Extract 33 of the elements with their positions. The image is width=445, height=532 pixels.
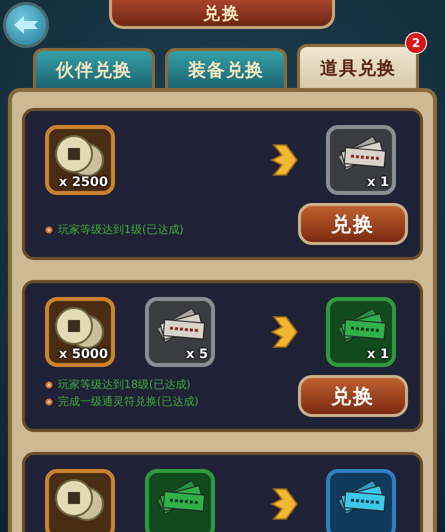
chevron-arrow-icon	[270, 315, 298, 349]
condition-text: 玩家等级达到1级(已达成)	[58, 222, 184, 237]
back-arrow-icon	[13, 15, 39, 35]
item-slot[interactable]: x 2500	[45, 125, 115, 195]
quantity-label: x 1	[367, 175, 389, 190]
coins-icon	[53, 306, 107, 350]
bullet-icon	[45, 380, 53, 388]
item-slot[interactable]	[326, 469, 396, 532]
back-button[interactable]	[3, 2, 49, 48]
quantity-label: x 1	[367, 347, 389, 362]
item-slot[interactable]: x 5000	[45, 297, 115, 367]
exchange-button[interactable]: 兑换	[298, 203, 408, 245]
bullet-icon	[45, 226, 53, 234]
chevron-arrow-icon	[270, 143, 298, 177]
coins-icon	[53, 134, 107, 178]
item-slot[interactable]	[45, 469, 115, 532]
coins-icon	[53, 478, 107, 522]
item-slot[interactable]: x 1	[326, 297, 396, 367]
tab[interactable]: 伙伴兑换	[33, 48, 155, 88]
chevron-arrow-icon	[270, 487, 298, 521]
bullet-icon	[45, 398, 53, 406]
quantity-label: x 5	[186, 347, 208, 362]
item-slot[interactable]: x 5	[145, 297, 215, 367]
screen-title: 兑换	[203, 2, 241, 24]
condition-text: 玩家等级达到18级(已达成)	[58, 377, 191, 392]
quantity-label: x 5000	[58, 347, 108, 362]
quantity-label: x 2500	[58, 175, 108, 190]
notification-badge: 2	[405, 32, 427, 54]
tab[interactable]: 装备兑换	[165, 48, 287, 88]
exchange-button[interactable]: 兑换	[298, 375, 408, 417]
item-slot[interactable]: x 1	[326, 125, 396, 195]
condition-text: 完成一级通灵符兑换(已达成)	[58, 394, 199, 409]
item-slot[interactable]	[145, 469, 215, 532]
